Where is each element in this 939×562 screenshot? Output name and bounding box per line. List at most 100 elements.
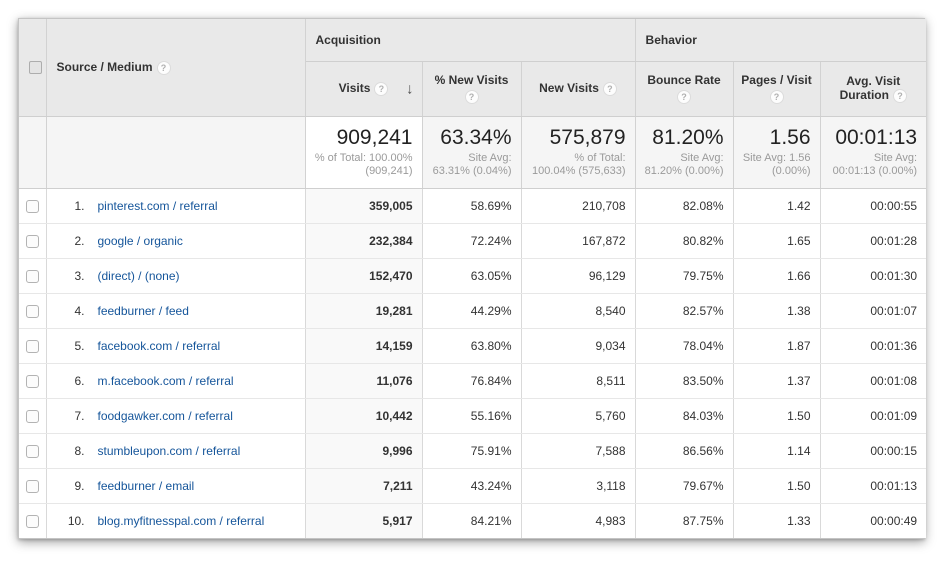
source-medium-cell: 8.stumbleupon.com / referral xyxy=(46,433,305,468)
row-checkbox[interactable] xyxy=(26,270,39,283)
avg-visit-duration-cell: 00:01:08 xyxy=(820,363,926,398)
source-medium-link[interactable]: feedburner / email xyxy=(98,479,195,493)
row-checkbox-cell xyxy=(19,363,46,398)
avg-visit-duration-cell: 00:01:07 xyxy=(820,293,926,328)
totals-checkbox-cell xyxy=(19,116,46,188)
row-checkbox[interactable] xyxy=(26,410,39,423)
analytics-table: Source / Medium? Acquisition Behavior Vi… xyxy=(18,18,925,539)
pages-per-visit-cell: 1.38 xyxy=(733,293,820,328)
column-header-pages-per-visit[interactable]: Pages / Visit ? xyxy=(733,61,820,116)
row-checkbox-cell xyxy=(19,328,46,363)
source-medium-cell: 9.feedburner / email xyxy=(46,468,305,503)
row-checkbox[interactable] xyxy=(26,305,39,318)
help-icon[interactable]: ? xyxy=(157,61,171,75)
avg-visit-duration-cell: 00:01:09 xyxy=(820,398,926,433)
row-number: 1. xyxy=(59,199,85,213)
source-medium-cell: 6. m.facebook.com / referral xyxy=(46,363,305,398)
visits-cell: 19,281 xyxy=(305,293,422,328)
row-checkbox[interactable] xyxy=(26,375,39,388)
help-icon[interactable]: ? xyxy=(465,90,479,104)
pct-new-visits-cell: 58.69% xyxy=(422,188,521,223)
pct-new-visits-cell: 44.29% xyxy=(422,293,521,328)
source-medium-link[interactable]: (direct) / (none) xyxy=(98,269,180,283)
row-checkbox[interactable] xyxy=(26,200,39,213)
table-row: 6. m.facebook.com / referral 11,076 76.84… xyxy=(19,363,926,398)
new-visits-cell: 8,540 xyxy=(521,293,635,328)
source-medium-link[interactable]: m.facebook.com / referral xyxy=(98,374,234,388)
source-medium-label: Source / Medium xyxy=(57,60,153,74)
row-checkbox[interactable] xyxy=(26,340,39,353)
new-visits-cell: 9,034 xyxy=(521,328,635,363)
row-checkbox[interactable] xyxy=(26,235,39,248)
help-icon[interactable]: ? xyxy=(893,89,907,103)
source-medium-link[interactable]: pinterest.com / referral xyxy=(98,199,218,213)
pct-new-visits-cell: 43.24% xyxy=(422,468,521,503)
help-icon[interactable]: ? xyxy=(374,82,388,96)
visits-label: Visits xyxy=(339,81,371,95)
pages-per-visit-cell: 1.87 xyxy=(733,328,820,363)
visits-cell: 7,211 xyxy=(305,468,422,503)
column-header-new-visits[interactable]: New Visits? xyxy=(521,61,635,116)
row-checkbox-cell xyxy=(19,433,46,468)
row-checkbox[interactable] xyxy=(26,515,39,528)
avg-visit-duration-cell: 00:01:30 xyxy=(820,258,926,293)
help-icon[interactable]: ? xyxy=(770,90,784,104)
help-icon[interactable]: ? xyxy=(677,90,691,104)
source-medium-link[interactable]: blog.myfitnesspal.com / referral xyxy=(98,514,265,528)
summary-section: 909,241 % of Total: 100.00% (909,241) 63… xyxy=(19,116,926,188)
avg-visit-duration-cell: 00:00:15 xyxy=(820,433,926,468)
avg-visit-duration-cell: 00:00:49 xyxy=(820,503,926,538)
new-visits-cell: 167,872 xyxy=(521,223,635,258)
bounce-rate-cell: 78.04% xyxy=(635,328,733,363)
table-row: 5.facebook.com / referral 14,159 63.80% … xyxy=(19,328,926,363)
bounce-rate-cell: 87.75% xyxy=(635,503,733,538)
new-visits-cell: 4,983 xyxy=(521,503,635,538)
row-number: 3. xyxy=(59,269,85,283)
totals-source-cell xyxy=(46,116,305,188)
source-medium-link[interactable]: facebook.com / referral xyxy=(98,339,221,353)
bounce-rate-cell: 79.67% xyxy=(635,468,733,503)
column-header-avg-visit-duration[interactable]: Avg. Visit Duration? xyxy=(820,61,926,116)
source-medium-link[interactable]: stumbleupon.com / referral xyxy=(98,444,241,458)
table-row: 2.google / organic 232,384 72.24% 167,87… xyxy=(19,223,926,258)
row-checkbox-cell xyxy=(19,293,46,328)
row-number: 10. xyxy=(59,514,85,528)
source-medium-cell: 1. pinterest.com / referral xyxy=(46,188,305,223)
column-header-bounce-rate[interactable]: Bounce Rate ? xyxy=(635,61,733,116)
totals-bounce-rate: 81.20% Site Avg: 81.20% (0.00%) xyxy=(635,116,733,188)
group-header-acquisition: Acquisition xyxy=(305,19,635,61)
visits-cell: 9,996 xyxy=(305,433,422,468)
source-medium-link[interactable]: foodgawker.com / referral xyxy=(98,409,233,423)
row-checkbox[interactable] xyxy=(26,480,39,493)
visits-cell: 11,076 xyxy=(305,363,422,398)
avg-visit-duration-cell: 00:00:55 xyxy=(820,188,926,223)
pages-per-visit-cell: 1.50 xyxy=(733,398,820,433)
table-row: 4.feedburner / feed 19,281 44.29% 8,540 … xyxy=(19,293,926,328)
totals-pages-per-visit: 1.56 Site Avg: 1.56 (0.00%) xyxy=(733,116,820,188)
table-body: 1.pinterest.com / referral 359,005 58.69… xyxy=(19,188,926,538)
column-header-visits[interactable]: Visits? ↓ xyxy=(305,61,422,116)
source-medium-link[interactable]: feedburner / feed xyxy=(98,304,189,318)
pages-per-visit-cell: 1.50 xyxy=(733,468,820,503)
bounce-rate-cell: 86.56% xyxy=(635,433,733,468)
row-checkbox-cell xyxy=(19,398,46,433)
help-icon[interactable]: ? xyxy=(603,82,617,96)
visits-cell: 232,384 xyxy=(305,223,422,258)
row-number: 2. xyxy=(59,234,85,248)
column-header-source-medium[interactable]: Source / Medium? xyxy=(46,19,305,116)
source-medium-table: Source / Medium? Acquisition Behavior Vi… xyxy=(19,19,926,538)
pct-new-visits-cell: 76.84% xyxy=(422,363,521,398)
source-medium-link[interactable]: google / organic xyxy=(98,234,183,248)
source-medium-cell: 2. google / organic xyxy=(46,223,305,258)
row-number: 4. xyxy=(59,304,85,318)
column-header-pct-new-visits[interactable]: % New Visits ? xyxy=(422,61,521,116)
row-checkbox[interactable] xyxy=(26,445,39,458)
visits-cell: 152,470 xyxy=(305,258,422,293)
row-number: 6. xyxy=(59,374,85,388)
sort-descending-icon[interactable]: ↓ xyxy=(406,80,414,97)
totals-pct-new-visits: 63.34% Site Avg: 63.31% (0.04%) xyxy=(422,116,521,188)
visits-cell: 5,917 xyxy=(305,503,422,538)
pages-per-visit-cell: 1.33 xyxy=(733,503,820,538)
avg-visit-duration-cell: 00:01:28 xyxy=(820,223,926,258)
select-all-checkbox[interactable] xyxy=(29,61,42,74)
